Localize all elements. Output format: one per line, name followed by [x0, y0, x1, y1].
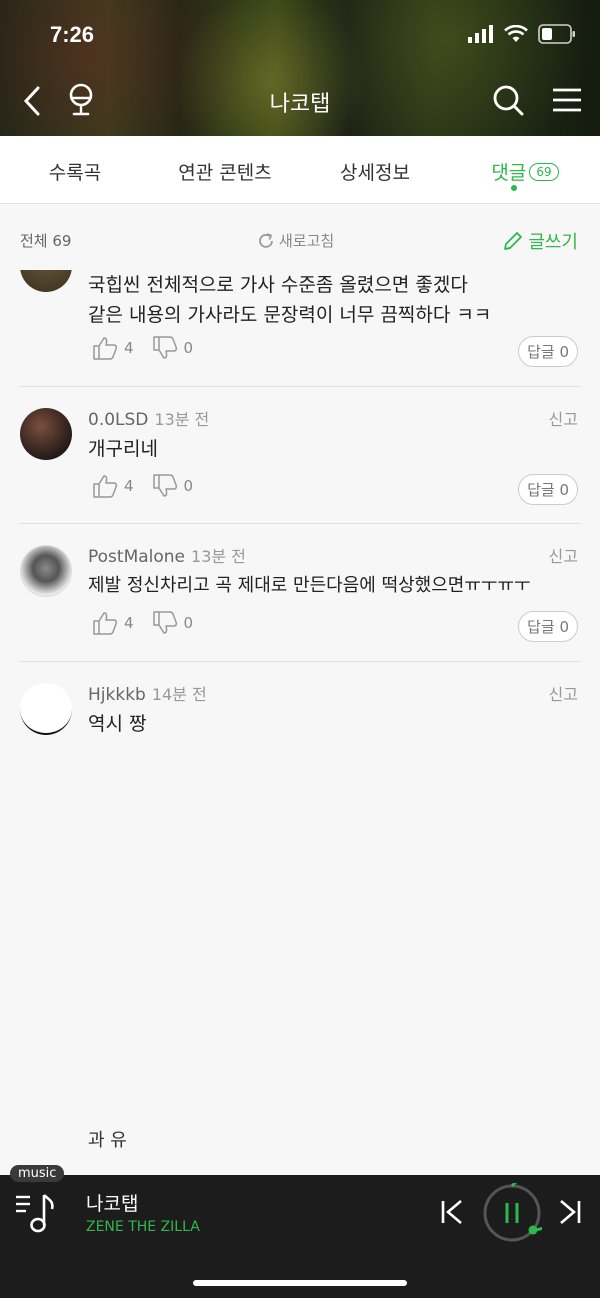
status-icons: [468, 24, 576, 44]
comment-meta: Hjkkkb 14분 전: [88, 681, 207, 705]
write-label: 글쓰기: [528, 232, 578, 253]
music-badge: music: [10, 1165, 65, 1182]
tab-label: 댓글: [491, 162, 527, 184]
comment-item: 국힙씬 전체적으로 가사 수준좀 올렸으면 좋겠다 같은 내용의 가사라도 문장…: [0, 270, 600, 386]
reply-button[interactable]: 답글 0: [518, 336, 578, 367]
refresh-icon: [259, 232, 273, 248]
refresh-button[interactable]: 새로고침: [256, 230, 334, 251]
tab-related-contents[interactable]: 연관 콘텐츠: [150, 136, 300, 203]
reply-button[interactable]: 답글 0: [518, 611, 578, 642]
tab-label: 상세정보: [340, 162, 410, 184]
comment-text: 제발 정신차리고 곡 제대로 만든다음에 떡상했으면ㅠㅜㅠㅜ: [88, 575, 531, 596]
like-count: 4: [124, 614, 134, 632]
playlist-music-note-icon[interactable]: [14, 1191, 58, 1235]
total-count: 전체 69: [20, 232, 72, 250]
avatar[interactable]: [20, 683, 72, 735]
header: 7:26 나코탭: [0, 0, 600, 136]
pencil-icon: [504, 232, 523, 250]
comment-text-line: 같은 내용의 가사라도 문장력이 너무 끔찍하다 ㅋㅋ: [88, 304, 492, 326]
status-time: 7:26: [50, 22, 95, 47]
comment-item: PostMalone 13분 전 신고 제발 정신차리고 곡 제대로 만든다음에 …: [0, 523, 600, 661]
comment-actions: 4 0: [92, 474, 193, 498]
player-track-title: 나코탭: [86, 1193, 139, 1215]
battery-icon: [538, 24, 575, 44]
menu-icon[interactable]: [552, 88, 582, 112]
comment-item: 0.0LSD 13분 전 신고 개구리네 4 0 답글 0: [0, 386, 600, 524]
search-icon[interactable]: [492, 84, 524, 116]
timestamp: 14분 전: [151, 685, 207, 704]
next-track-icon[interactable]: [558, 1199, 582, 1225]
username[interactable]: Hjkkkb: [88, 685, 146, 705]
comment-actions: 4 0: [92, 336, 193, 360]
comment-text: 국힙씬 전체적으로 가사 수준좀 올렸으면 좋겠다 같은 내용의 가사라도 문장…: [88, 270, 491, 330]
thumbs-up-icon[interactable]: [92, 611, 118, 635]
comment-item: Hjkkkb 14분 전 신고 역시 짱: [0, 661, 600, 761]
previous-track-icon[interactable]: [440, 1199, 464, 1225]
comment-text-line: 국힙씬 전체적으로 가사 수준좀 올렸으면 좋겠다: [88, 274, 468, 296]
tab-label: 연관 콘텐츠: [178, 162, 272, 184]
report-button[interactable]: 신고: [549, 543, 578, 567]
mini-player[interactable]: 나코탭 ZENE THE ZILLA: [0, 1175, 600, 1298]
comment-toolbar: 전체 69 새로고침 글쓰기: [0, 204, 600, 270]
report-button[interactable]: 신고: [549, 406, 578, 430]
pause-button-icon[interactable]: [482, 1183, 542, 1243]
timestamp: 13분 전: [154, 410, 210, 429]
home-indicator[interactable]: [193, 1280, 407, 1286]
comment-actions: 4 0: [92, 611, 193, 635]
like-count: 4: [124, 339, 134, 357]
comment-meta: 0.0LSD 13분 전: [88, 406, 209, 430]
refresh-label: 새로고침: [279, 232, 335, 250]
dislike-count: 0: [183, 477, 194, 495]
cellular-signal-icon: [468, 25, 493, 43]
active-tab-indicator: [511, 185, 517, 191]
timestamp: 13분 전: [191, 547, 246, 566]
thumbs-down-icon[interactable]: [152, 474, 178, 498]
username[interactable]: PostMalone: [88, 547, 185, 567]
avatar[interactable]: [20, 545, 72, 597]
tab-tracks[interactable]: 수록곡: [0, 136, 150, 203]
write-comment-button[interactable]: 글쓰기: [502, 228, 578, 254]
thumbs-down-icon[interactable]: [152, 611, 178, 635]
thumbs-down-icon[interactable]: [152, 336, 178, 360]
dislike-count: 0: [183, 614, 194, 632]
comment-text: 역시 짱: [88, 713, 147, 735]
thumbs-up-icon[interactable]: [92, 336, 118, 360]
thumbs-up-icon[interactable]: [92, 474, 118, 498]
username[interactable]: 0.0LSD: [88, 410, 148, 430]
player-artist: ZENE THE ZILLA: [86, 1219, 200, 1235]
tab-bar: 수록곡 연관 콘텐츠 상세정보 댓글 69: [0, 136, 600, 204]
report-button[interactable]: 신고: [549, 681, 578, 705]
reply-button[interactable]: 답글 0: [518, 474, 578, 505]
wifi-icon: [504, 25, 528, 42]
partial-text: 과 유: [88, 1130, 127, 1151]
tab-details[interactable]: 상세정보: [300, 136, 450, 203]
tab-comments[interactable]: 댓글 69: [450, 136, 600, 203]
avatar[interactable]: [20, 408, 72, 460]
comment-text: 개구리네: [88, 438, 158, 460]
like-count: 4: [124, 477, 134, 495]
comment-meta: PostMalone 13분 전: [88, 543, 246, 567]
comment-count-badge: 69: [529, 163, 559, 181]
dislike-count: 0: [183, 339, 194, 357]
tab-label: 수록곡: [48, 162, 102, 184]
